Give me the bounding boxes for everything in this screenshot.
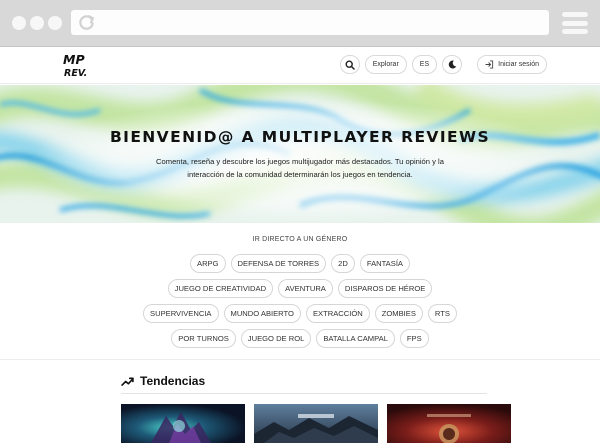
genre-chip[interactable]: FANTASÍA (359, 254, 410, 273)
window-dot[interactable] (30, 16, 44, 30)
genre-chip[interactable]: FPS (399, 329, 429, 348)
genre-chip[interactable]: SUPERVIVENCIA (143, 304, 219, 323)
hero-banner: BIENVENID@ A MULTIPLAYER REVIEWS Comenta… (0, 85, 600, 223)
game-card-thumbnail[interactable] (387, 404, 511, 443)
svg-text:REV.: REV. (64, 68, 87, 79)
explore-button[interactable]: Explorar (364, 55, 407, 74)
window-dot[interactable] (48, 16, 62, 30)
hero-title: BIENVENID@ A MULTIPLAYER REVIEWS (109, 128, 491, 146)
login-icon (485, 60, 494, 69)
explore-label: Explorar (372, 61, 399, 68)
hero-subtitle: Comenta, reseña y descubre los juegos mu… (156, 157, 444, 179)
game-card-thumbnail[interactable] (121, 404, 245, 443)
game-card-thumbnail[interactable] (254, 404, 378, 443)
genre-chip[interactable]: JUEGO DE ROL (240, 329, 312, 348)
trending-cards (121, 404, 511, 443)
genre-chip[interactable]: ZOMBIES (374, 304, 423, 323)
window-controls (12, 16, 62, 30)
theme-toggle-button[interactable] (442, 55, 463, 74)
language-label: ES (419, 61, 430, 68)
trending-divider (121, 393, 487, 394)
genre-chip[interactable]: MUNDO ABIERTO (223, 304, 301, 323)
genre-chip[interactable]: POR TURNOS (171, 329, 236, 348)
window-dot[interactable] (12, 16, 26, 30)
hero-background-image (0, 85, 600, 223)
genre-heading: IR DIRECTO A UN GÉNERO (252, 236, 348, 243)
browser-chrome (0, 0, 600, 47)
genre-chip[interactable]: ARPG (190, 254, 226, 273)
genre-chip[interactable]: JUEGO DE CREATIVIDAD (167, 279, 274, 298)
genre-chip[interactable]: AVENTURA (278, 279, 333, 298)
genre-chip[interactable]: RTS (427, 304, 457, 323)
svg-text:MP: MP (63, 52, 85, 67)
search-icon (345, 59, 355, 70)
trending-heading: Tendencias (121, 374, 205, 388)
moon-icon (448, 60, 456, 69)
trending-up-icon (121, 377, 134, 386)
address-bar[interactable] (71, 10, 549, 35)
site-logo[interactable]: MP REV. (62, 52, 94, 80)
site-header: MP REV. Explorar ES Iniciar sesión (0, 48, 600, 84)
genre-chip[interactable]: 2D (331, 254, 355, 273)
trending-title: Tendencias (140, 374, 206, 388)
language-button[interactable]: ES (411, 55, 438, 74)
browser-menu-icon[interactable] (562, 12, 588, 34)
login-button[interactable]: Iniciar sesión (477, 55, 547, 74)
header-nav: Explorar ES Iniciar sesión (339, 55, 547, 74)
login-label: Iniciar sesión (498, 61, 539, 68)
search-button[interactable] (339, 55, 360, 74)
genre-chip[interactable]: BATALLA CAMPAL (316, 329, 395, 348)
genre-chip[interactable]: DEFENSA DE TORRES (230, 254, 327, 273)
section-divider (0, 359, 600, 360)
genre-list: ARPG DEFENSA DE TORRES 2D FANTASÍA JUEGO… (138, 254, 462, 348)
reload-icon[interactable] (77, 13, 96, 32)
genre-chip[interactable]: DISPAROS DE HÉROE (337, 279, 433, 298)
genre-chip[interactable]: EXTRACCIÓN (305, 304, 370, 323)
